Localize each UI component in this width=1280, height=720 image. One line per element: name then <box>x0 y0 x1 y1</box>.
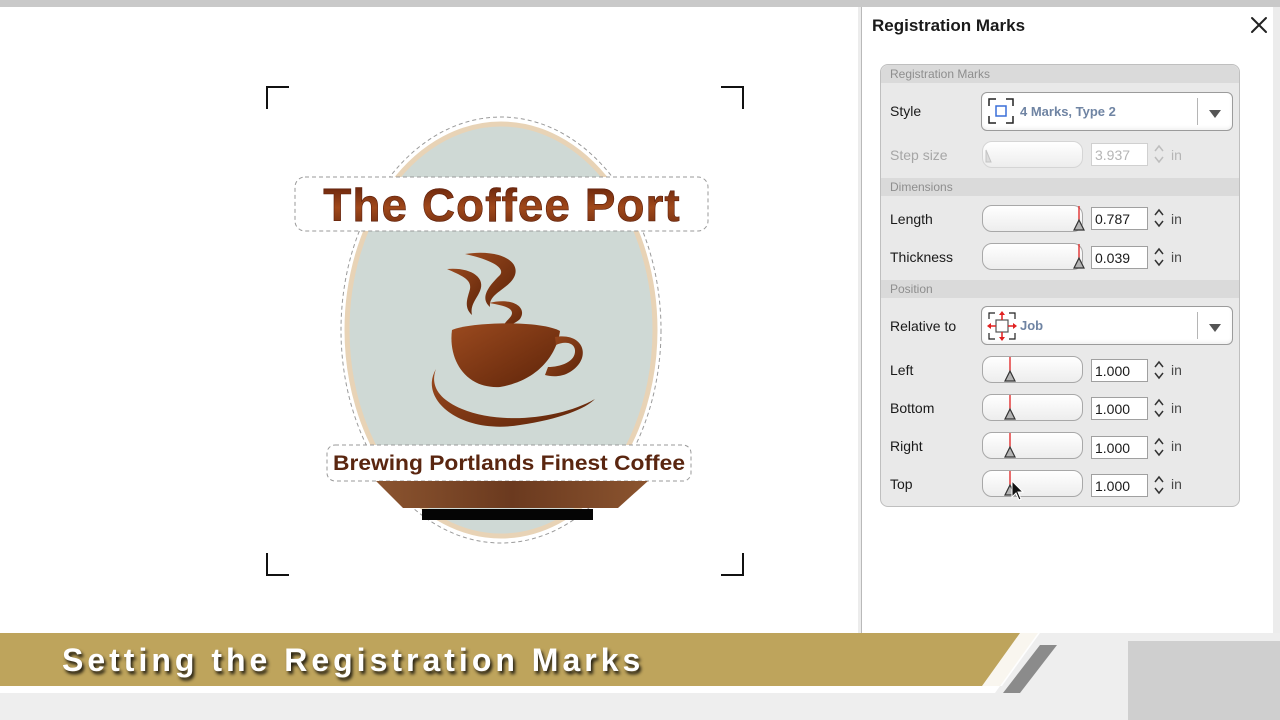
slider-thumb-icon <box>1073 206 1085 231</box>
step-size-label: Step size <box>890 147 948 163</box>
registration-mark-bottom-right <box>721 553 744 576</box>
registration-marks-group: Registration Marks Style 4 Marks, Type 2… <box>880 64 1240 507</box>
step-size-slider[interactable] <box>982 141 1083 168</box>
left-slider[interactable] <box>982 356 1083 383</box>
dropdown-separator <box>1197 312 1198 339</box>
panel-title: Registration Marks <box>872 16 1026 35</box>
relative-to-job-icon <box>986 310 1018 347</box>
slider-thumb-icon <box>1004 395 1016 420</box>
style-dropdown-value: 4 Marks, Type 2 <box>1020 104 1116 119</box>
slider-thumb-icon <box>985 149 992 163</box>
length-stepper[interactable] <box>1154 206 1164 230</box>
step-size-unit: in <box>1171 147 1182 163</box>
headline-text: The Coffee Port <box>323 179 680 231</box>
thickness-slider[interactable] <box>982 243 1085 270</box>
thickness-stepper[interactable] <box>1154 245 1164 269</box>
relative-to-label: Relative to <box>890 318 957 334</box>
thickness-unit: in <box>1171 249 1182 265</box>
close-icon[interactable] <box>1247 13 1271 37</box>
left-stepper[interactable] <box>1154 358 1164 382</box>
right-stepper[interactable] <box>1154 435 1164 459</box>
registration-mark-top-left <box>266 86 289 109</box>
left-label: Left <box>890 362 914 378</box>
registration-marks-type2-icon <box>986 96 1016 131</box>
slider-thumb-icon <box>1004 433 1016 458</box>
registration-marks-panel: Registration Marks Registration Marks St… <box>861 7 1273 640</box>
title-banner-area: Setting the Registration Marks <box>0 633 1280 720</box>
banner-title: Setting the Registration Marks <box>62 642 645 678</box>
slider-thumb-icon <box>1004 357 1016 382</box>
left-unit: in <box>1171 362 1182 378</box>
top-slider[interactable] <box>982 470 1083 497</box>
registration-mark-bottom-left <box>266 553 289 576</box>
artwork: The Coffee Port Brewing Portlands Finest… <box>266 86 744 576</box>
step-size-stepper[interactable] <box>1154 142 1164 166</box>
top-label: Top <box>890 476 913 492</box>
right-slider[interactable] <box>982 432 1083 459</box>
dropdown-separator <box>1197 98 1198 125</box>
saucer-band <box>376 481 648 508</box>
length-slider[interactable] <box>982 205 1085 232</box>
chevron-down-icon <box>1208 106 1222 124</box>
base-bar <box>422 509 593 520</box>
left-input[interactable] <box>1091 359 1148 382</box>
length-label: Length <box>890 211 933 227</box>
right-label: Right <box>890 438 923 454</box>
top-input[interactable] <box>1091 474 1148 497</box>
tagline-text: Brewing Portlands Finest Coffee <box>333 452 685 475</box>
right-unit: in <box>1171 438 1182 454</box>
style-label: Style <box>890 103 922 119</box>
registration-mark-top-right <box>721 86 744 109</box>
section-header-dimensions: Dimensions <box>881 178 1239 196</box>
bottom-slider[interactable] <box>982 394 1083 421</box>
bottom-unit: in <box>1171 400 1182 416</box>
relative-to-dropdown[interactable]: Job <box>981 306 1233 345</box>
panel-header: Registration Marks <box>862 7 1273 45</box>
length-unit: in <box>1171 211 1182 227</box>
top-stepper[interactable] <box>1154 473 1164 497</box>
slider-thumb-icon <box>1073 244 1085 269</box>
right-input[interactable] <box>1091 436 1148 459</box>
section-header-position: Position <box>881 280 1239 298</box>
bottom-input[interactable] <box>1091 397 1148 420</box>
section-header-registration-marks: Registration Marks <box>881 65 1239 83</box>
window-top-strip <box>0 0 1280 7</box>
style-dropdown[interactable]: 4 Marks, Type 2 <box>981 92 1233 131</box>
thickness-input[interactable] <box>1091 246 1148 269</box>
bottom-label: Bottom <box>890 400 935 416</box>
bottom-stepper[interactable] <box>1154 396 1164 420</box>
relative-to-dropdown-value: Job <box>1020 318 1044 333</box>
design-canvas[interactable]: The Coffee Port Brewing Portlands Finest… <box>0 7 858 633</box>
top-unit: in <box>1171 476 1182 492</box>
thickness-label: Thickness <box>890 249 954 265</box>
chevron-down-icon <box>1208 320 1222 338</box>
mouse-pointer-icon <box>1011 480 1025 501</box>
length-input[interactable] <box>1091 207 1148 230</box>
step-size-input[interactable] <box>1091 143 1148 166</box>
